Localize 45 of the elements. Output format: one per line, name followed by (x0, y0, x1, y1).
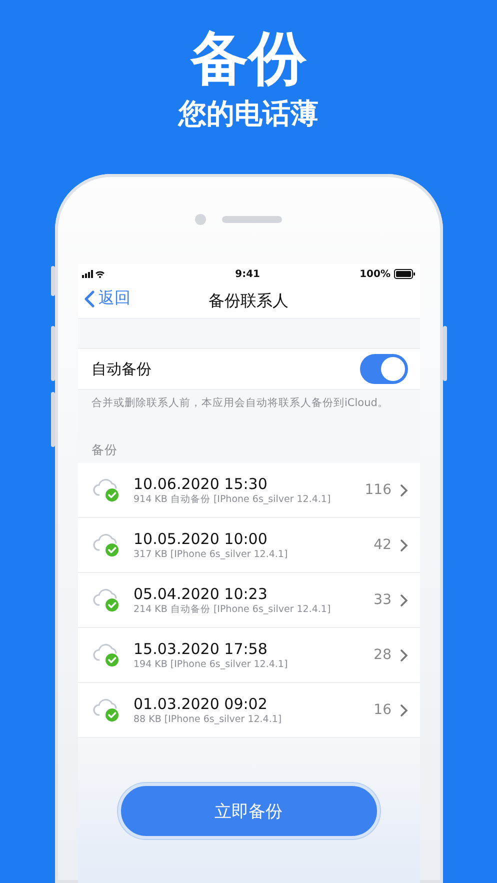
backup-row[interactable]: 15.03.2020 17:58 194 KB [IPhone 6s_silver 12.4.1] 28 (78, 628, 420, 683)
speaker-icon (222, 216, 282, 222)
contact-count: 116 (364, 482, 392, 498)
headline: 备份 (190, 23, 306, 94)
contact-count: 16 (374, 702, 392, 718)
chevron-icon (400, 648, 408, 662)
cloud-check-icon (92, 478, 122, 502)
cloud-check-icon (92, 588, 122, 612)
backup-details: 194 KB [IPhone 6s_silver 12.4.1] (134, 658, 289, 670)
chevron-icon (400, 538, 408, 552)
backup-details: 214 KB 自动备份 [IPhone 6s_silver 12.4.1] (134, 602, 332, 616)
subheadline: 您的电话薄 (178, 96, 318, 132)
backup-date: 05.04.2020 10:23 (134, 584, 268, 602)
toggle-switch[interactable] (360, 354, 408, 384)
backup-row[interactable]: 10.05.2020 10:00 317 KB [IPhone 6s_silver 12.4.1] 42 (78, 518, 420, 573)
camera-icon (195, 214, 206, 224)
backup-details: 914 KB 自动备份 [IPhone 6s_silver 12.4.1] (134, 492, 332, 506)
cloud-check-icon (92, 533, 122, 557)
backup-row[interactable]: 10.06.2020 15:30 914 KB 自动备份 [IPhone 6s_silver 12.4.1] 116 (78, 463, 420, 518)
backup-date: 01.03.2020 09:02 (134, 694, 268, 712)
chevron-icon (400, 594, 408, 606)
cloud-check-icon (92, 643, 122, 667)
backup-date: 10.05.2020 10:00 (134, 530, 268, 548)
backup-row[interactable]: 05.04.2020 10:23 214 KB 自动备份 [IPhone 6s_silver 12.4.1] 33 (78, 573, 420, 628)
section-label: 备份 (90, 441, 118, 459)
chevron-icon (400, 704, 408, 716)
signal-icon (82, 270, 106, 278)
screen-title: 备份联系人 (208, 290, 288, 312)
back-icon[interactable] (84, 290, 94, 308)
backup-details: 317 KB [IPhone 6s_silver 12.4.1] (134, 548, 289, 560)
cloud-check-icon (92, 698, 122, 722)
backup-details: 88 KB [IPhone 6s_silver 12.4.1] (134, 712, 283, 726)
backup-date: 15.03.2020 17:58 (134, 640, 268, 658)
backup-date: 10.06.2020 15:30 (134, 474, 268, 492)
contact-count: 28 (374, 647, 392, 663)
back-button[interactable]: 返回 (84, 288, 130, 309)
battery-level: 100% (360, 268, 390, 280)
contact-count: 42 (374, 537, 392, 553)
battery-icon (394, 269, 416, 279)
contact-count: 33 (374, 592, 392, 608)
status-time: 9:41 (234, 268, 261, 280)
backup-now-button[interactable]: 立即备份 (118, 783, 380, 839)
setting-description: 合并或删除联系人前，本应用会自动将联系人备份到iCloud。 (90, 396, 390, 411)
chevron-icon (400, 484, 408, 496)
setting-label: 自动备份 (92, 360, 152, 378)
